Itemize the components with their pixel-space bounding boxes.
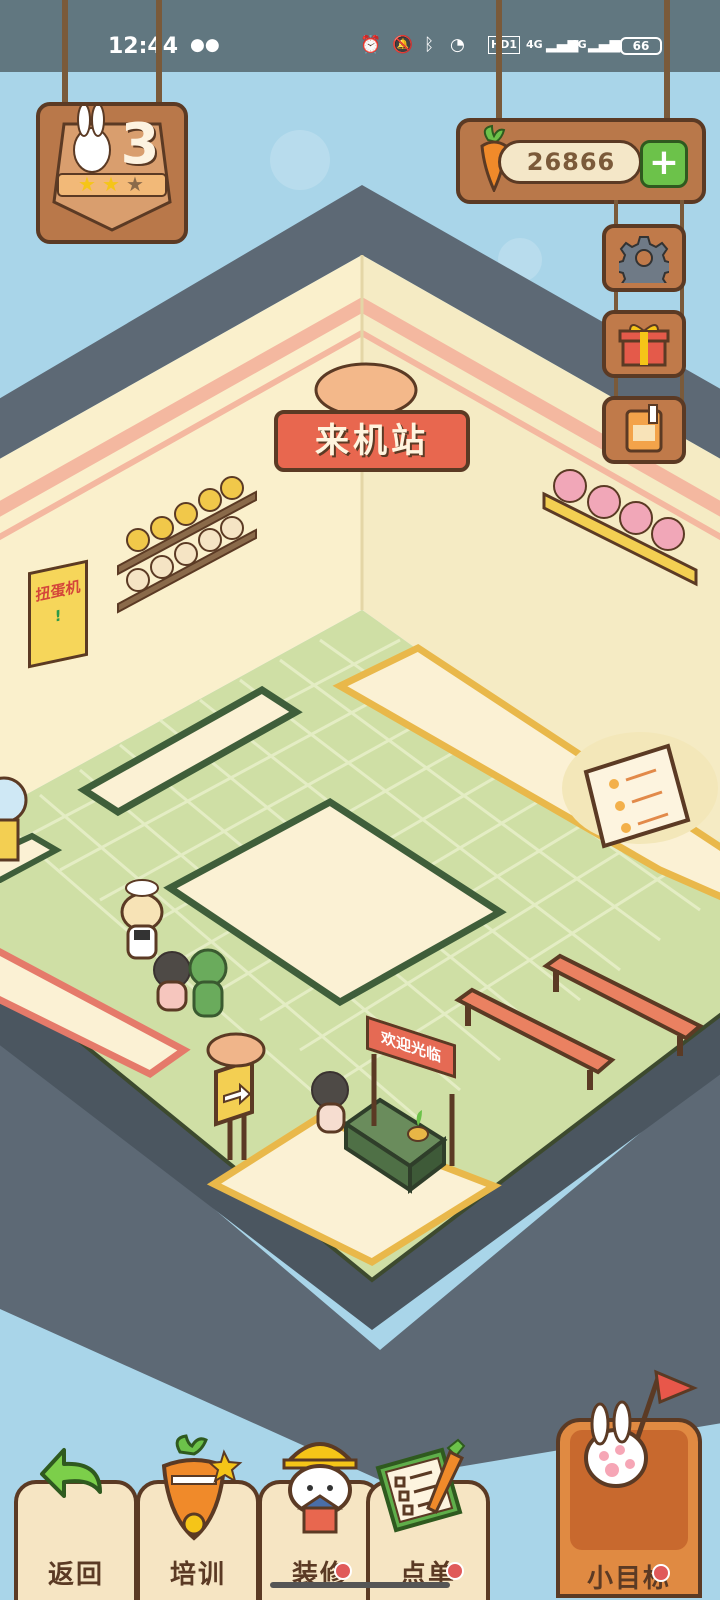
gift-icon	[618, 324, 670, 367]
return-arrow-icon	[40, 1448, 102, 1498]
notification-dot	[446, 1562, 464, 1580]
signal-4g-icon: 4G	[570, 38, 587, 51]
rope	[496, 0, 502, 124]
rope	[62, 0, 68, 110]
staff-character[interactable]	[120, 879, 164, 960]
status-bar: 12:44 ●● ⏰ 🔕 ᛒ ◔ HD1 4G ▂▄▆ 4G ▂▄▆ 66	[0, 0, 720, 72]
rope	[664, 0, 670, 124]
alarm-icon: ⏰	[360, 35, 382, 55]
hd-icon: HD1	[488, 36, 520, 54]
star-icon: ★	[102, 172, 120, 196]
hamster-mascot	[314, 362, 418, 418]
carrot-amount-field: 26866	[498, 140, 642, 184]
wifi-icon: ◔	[450, 35, 465, 55]
mute-icon: 🔕	[392, 35, 414, 55]
train-label: 培训	[169, 1560, 226, 1590]
renovation-book-icon	[625, 404, 663, 453]
gear-icon	[619, 236, 669, 283]
goal-button[interactable]: 小目标	[556, 1369, 702, 1600]
battery-indicator: 66	[620, 37, 662, 55]
notification-dot	[652, 1564, 670, 1582]
train-button[interactable]: 培训	[136, 1434, 260, 1600]
bunny-flag-icon	[584, 1369, 698, 1488]
order-button[interactable]: 点单	[366, 1438, 490, 1600]
order-clipboard-icon	[375, 1438, 466, 1533]
status-time: 12:44	[108, 34, 179, 59]
goal-label: 小目标	[586, 1564, 671, 1594]
shop-name-sign: 来机站	[274, 410, 470, 472]
bluetooth-icon: ᛒ	[424, 35, 435, 55]
gift-button[interactable]	[602, 310, 686, 378]
back-button[interactable]: 返回	[14, 1440, 138, 1600]
notification-dot	[334, 1562, 352, 1580]
decor-book-button[interactable]	[602, 396, 686, 464]
wall-poster[interactable]: 扭蛋机 !	[28, 559, 88, 669]
back-label: 返回	[47, 1560, 104, 1590]
builder-bunny-icon	[282, 1442, 358, 1534]
rope	[156, 0, 162, 110]
wechat-icon: ●●	[190, 35, 220, 55]
carrot-trainer-icon	[161, 1434, 243, 1541]
settings-button[interactable]	[602, 224, 686, 292]
level-badge[interactable]: 3 ★ ★ ★	[36, 102, 188, 244]
star-empty-icon: ★	[126, 172, 144, 196]
game-stage: 12:44 ●● ⏰ 🔕 ᛒ ◔ HD1 4G ▂▄▆ 4G ▂▄▆ 66 3 …	[0, 0, 720, 1600]
signal-bars-icon: ▂▄▆	[588, 37, 621, 53]
level-number: 3	[120, 112, 160, 177]
signal-4g-icon: 4G	[526, 38, 543, 51]
customer-character[interactable]	[153, 951, 191, 1012]
star-icon: ★	[78, 172, 96, 196]
add-carrots-button[interactable]: +	[640, 140, 688, 188]
home-indicator[interactable]	[270, 1582, 450, 1588]
carrot-amount: 26866	[526, 148, 616, 176]
cashier-character[interactable]	[311, 1071, 349, 1134]
renovate-button[interactable]: 装修	[258, 1440, 382, 1600]
